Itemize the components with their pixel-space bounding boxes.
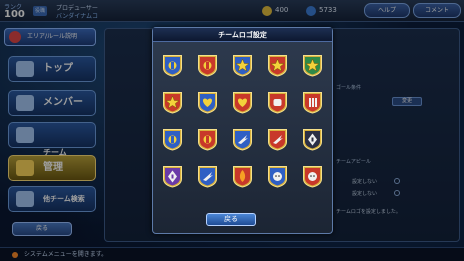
emblem-star-blue-icon[interactable]: [232, 54, 253, 77]
emblem-wing-blue-icon[interactable]: [232, 128, 253, 151]
emblem-winged-star-icon[interactable]: [162, 91, 183, 114]
emblem-crest-red-icon[interactable]: [197, 128, 218, 151]
emblem-bars-icon[interactable]: [302, 91, 323, 114]
emblem-diamond-purple-icon[interactable]: [162, 165, 183, 188]
emblem-claw-blue-icon[interactable]: [197, 165, 218, 188]
emblem-heart-red-icon[interactable]: [232, 91, 253, 114]
emblem-face-blue-icon[interactable]: [267, 165, 288, 188]
emblem-heart-blue-icon[interactable]: [197, 91, 218, 114]
emblem-zeon-lion-icon[interactable]: [197, 54, 218, 77]
team-logo-dialog: チームロゴ設定 戻る: [152, 27, 333, 234]
emblem-gundam-head-icon[interactable]: [162, 54, 183, 77]
emblem-face-red-icon[interactable]: [302, 165, 323, 188]
emblem-star-red-icon[interactable]: [267, 54, 288, 77]
emblem-wing-red-icon[interactable]: [267, 128, 288, 151]
emblem-star-green-icon[interactable]: [302, 54, 323, 77]
dialog-title: チームロゴ設定: [153, 28, 332, 42]
emblem-shield-blue-icon[interactable]: [162, 128, 183, 151]
back-button[interactable]: 戻る: [206, 213, 256, 226]
emblem-cross-dark-icon[interactable]: [302, 128, 323, 151]
emblem-fist-icon[interactable]: [267, 91, 288, 114]
emblem-flame-red-icon[interactable]: [232, 165, 253, 188]
